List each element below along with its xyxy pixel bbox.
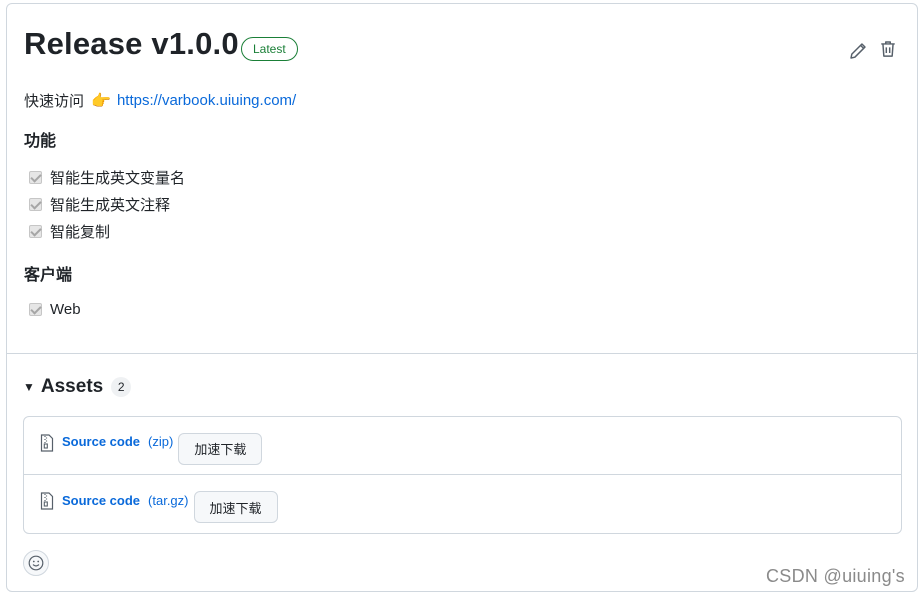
add-reaction-button[interactable] [23, 550, 49, 576]
asset-source-targz-link[interactable]: Source code [62, 493, 140, 508]
asset-row: Source code (zip) 加速下载 [24, 417, 901, 475]
triangle-down-icon: ▼ [23, 380, 35, 394]
asset-row: Source code (tar.gz) 加速下载 [24, 475, 901, 533]
asset-source-zip-link[interactable]: Source code [62, 434, 140, 449]
checkbox-checked [29, 225, 42, 238]
task-item: 智能生成英文变量名 [29, 167, 185, 188]
checkbox-checked [29, 171, 42, 184]
assets-title: Assets [41, 376, 103, 398]
task-label: 智能生成英文变量名 [50, 167, 185, 188]
checkbox-checked [29, 303, 42, 316]
task-item: Web [29, 301, 81, 318]
features-heading: 功能 [24, 127, 56, 151]
asset-ext: (tar.gz) [148, 493, 188, 508]
website-link[interactable]: https://varbook.uiuing.com/ [117, 92, 296, 109]
release-title: Release v1.0.0 [24, 26, 239, 62]
zip-file-icon [40, 434, 54, 452]
assets-list: Source code (zip) 加速下载 Source code (tar.… [23, 416, 902, 534]
pointing-hand-icon: 👉 [91, 91, 111, 111]
watermark: CSDN @uiuing's [766, 566, 905, 587]
asset-ext: (zip) [148, 434, 173, 449]
divider [7, 353, 917, 354]
assets-count: 2 [111, 377, 131, 397]
task-item: 智能生成英文注释 [29, 194, 170, 215]
task-label: 智能生成英文注释 [50, 194, 170, 215]
smiley-icon [28, 555, 44, 571]
task-item: 智能复制 [29, 221, 110, 242]
quick-access-label: 快速访问 [24, 90, 84, 111]
release-card: Release v1.0.0 Latest 快速访问 👉 https://var… [6, 3, 918, 592]
clients-heading: 客户端 [24, 261, 72, 285]
accelerated-download-button[interactable]: 加速下载 [178, 433, 262, 465]
latest-badge: Latest [241, 37, 298, 61]
accelerated-download-button[interactable]: 加速下载 [194, 491, 278, 523]
pencil-icon[interactable] [849, 42, 867, 60]
trash-icon[interactable] [879, 40, 897, 58]
quick-access: 快速访问 👉 https://varbook.uiuing.com/ [24, 90, 296, 111]
checkbox-checked [29, 198, 42, 211]
assets-toggle[interactable]: ▼ Assets 2 [23, 376, 131, 398]
zip-file-icon [40, 492, 54, 510]
task-label: Web [50, 301, 81, 318]
task-label: 智能复制 [50, 221, 110, 242]
